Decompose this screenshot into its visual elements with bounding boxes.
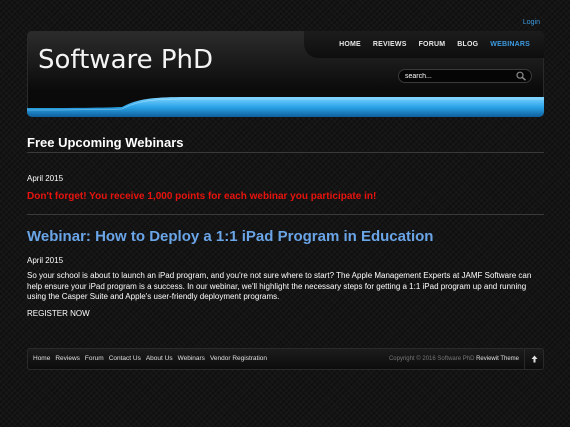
footer-link-vendor-registration[interactable]: Vendor Registration	[210, 355, 267, 362]
search-input[interactable]	[405, 71, 505, 81]
arrow-up-icon	[531, 355, 537, 363]
copyright-notice: Copyright © 2016 Software PhD Reviewit T…	[389, 356, 519, 362]
header-wave-graphic	[27, 97, 544, 117]
points-reminder: Don't forget! You receive 1,000 points f…	[27, 191, 377, 202]
footer-links: Home Reviews Forum Contact Us About Us W…	[33, 355, 272, 362]
back-to-top-button[interactable]	[524, 349, 543, 369]
search-box	[398, 69, 532, 83]
title-divider	[27, 152, 544, 153]
footer-link-home[interactable]: Home	[33, 355, 50, 362]
webinar-description: So your school is about to launch an iPa…	[27, 271, 532, 302]
theme-credit[interactable]: Reviewit Theme	[476, 356, 519, 362]
nav-reviews[interactable]: REVIEWS	[367, 41, 413, 48]
reminder-date: April 2015	[27, 174, 64, 183]
footer-link-about-us[interactable]: About Us	[146, 355, 173, 362]
webinar-date: April 2015	[27, 256, 64, 265]
search-icon[interactable]	[515, 71, 527, 81]
footer-link-contact-us[interactable]: Contact Us	[109, 355, 141, 362]
page-title: Free Upcoming Webinars	[27, 135, 184, 150]
footer-link-webinars[interactable]: Webinars	[178, 355, 205, 362]
webinar-title-link[interactable]: Webinar: How to Deploy a 1:1 iPad Progra…	[27, 228, 433, 245]
site-logo[interactable]: Software PhD	[38, 45, 213, 75]
content-divider	[27, 214, 544, 215]
nav-home[interactable]: HOME	[333, 41, 367, 48]
nav-forum[interactable]: FORUM	[413, 41, 452, 48]
footer-link-reviews[interactable]: Reviews	[55, 355, 80, 362]
login-link[interactable]: Login	[523, 19, 540, 26]
footer-link-forum[interactable]: Forum	[85, 355, 104, 362]
main-nav: HOME REVIEWS FORUM BLOG WEBINARS	[304, 31, 544, 58]
site-header: Software PhD HOME REVIEWS FORUM BLOG WEB…	[27, 31, 544, 117]
register-now-link[interactable]: REGISTER NOW	[27, 309, 90, 318]
nav-webinars[interactable]: WEBINARS	[484, 41, 536, 48]
site-footer: Home Reviews Forum Contact Us About Us W…	[27, 348, 544, 370]
copyright-text: Copyright © 2016 Software PhD	[388, 356, 475, 362]
nav-blog[interactable]: BLOG	[451, 41, 484, 48]
